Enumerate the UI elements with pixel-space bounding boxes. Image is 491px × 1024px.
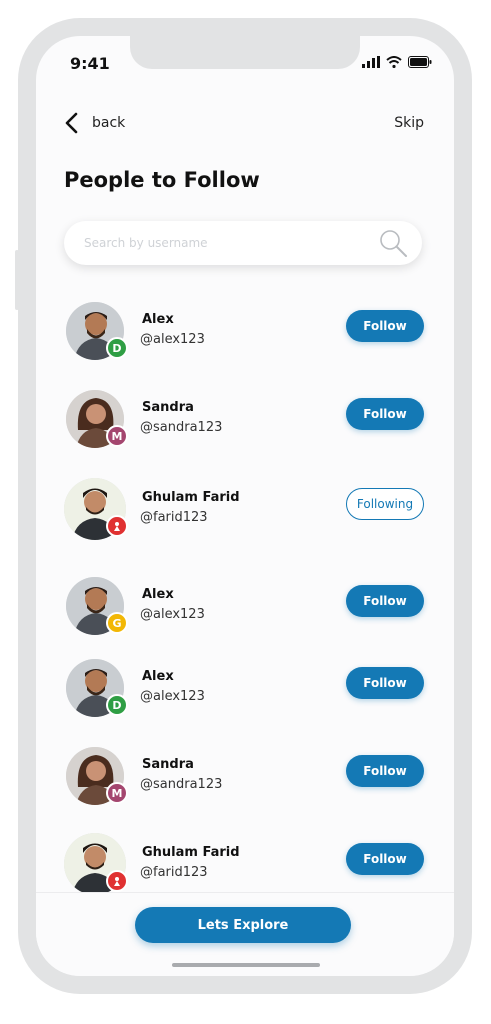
person-icon bbox=[114, 877, 120, 886]
side-button bbox=[15, 250, 19, 310]
user-handle: @sandra123 bbox=[140, 420, 223, 435]
phone-screen: 9:41 back Skip People to Follow Search b… bbox=[36, 36, 454, 976]
back-button[interactable]: back bbox=[64, 112, 125, 134]
user-row: M Sandra @sandra123 Follow bbox=[36, 386, 454, 456]
user-name: Sandra bbox=[142, 400, 194, 415]
user-handle: @farid123 bbox=[140, 510, 208, 525]
user-row: M Sandra @sandra123 Follow bbox=[36, 743, 454, 813]
side-button bbox=[468, 345, 472, 405]
user-handle: @sandra123 bbox=[140, 777, 223, 792]
avatar-badge: D bbox=[106, 694, 128, 716]
user-handle: @farid123 bbox=[140, 865, 208, 880]
user-handle: @alex123 bbox=[140, 607, 205, 622]
user-row: D Alex @alex123 Follow bbox=[36, 655, 454, 725]
page-title: People to Follow bbox=[64, 168, 260, 192]
avatar-badge bbox=[106, 870, 128, 892]
wifi-icon bbox=[386, 56, 402, 68]
user-row: D Alex @alex123 Follow bbox=[36, 298, 454, 368]
status-icons bbox=[362, 56, 432, 68]
follow-button[interactable]: Follow bbox=[346, 585, 424, 617]
user-name: Alex bbox=[142, 669, 174, 684]
avatar-badge: G bbox=[106, 612, 128, 634]
follow-button[interactable]: Follow bbox=[346, 755, 424, 787]
avatar-badge: M bbox=[106, 425, 128, 447]
avatar-badge bbox=[106, 515, 128, 537]
avatar-badge: D bbox=[106, 337, 128, 359]
user-name: Ghulam Farid bbox=[142, 845, 240, 860]
skip-button[interactable]: Skip bbox=[394, 115, 424, 131]
chevron-left-icon bbox=[65, 112, 78, 134]
search-input[interactable] bbox=[84, 236, 378, 250]
user-name: Alex bbox=[142, 587, 174, 602]
follow-button[interactable]: Follow bbox=[346, 310, 424, 342]
user-name: Sandra bbox=[142, 757, 194, 772]
user-row: G Alex @alex123 Follow bbox=[36, 573, 454, 643]
status-time: 9:41 bbox=[70, 54, 110, 73]
follow-button[interactable]: Follow bbox=[346, 843, 424, 875]
user-handle: @alex123 bbox=[140, 332, 205, 347]
user-row: Ghulam Farid @farid123 Following bbox=[36, 476, 454, 546]
back-label: back bbox=[92, 115, 126, 131]
follow-button[interactable]: Follow bbox=[346, 667, 424, 699]
person-icon bbox=[114, 522, 120, 531]
notch bbox=[130, 36, 360, 69]
search-icon[interactable] bbox=[378, 228, 408, 258]
bottom-bar: Lets Explore bbox=[36, 892, 454, 976]
following-button[interactable]: Following bbox=[346, 488, 424, 520]
user-name: Alex bbox=[142, 312, 174, 327]
user-handle: @alex123 bbox=[140, 689, 205, 704]
signal-icon bbox=[362, 56, 380, 68]
battery-icon bbox=[408, 56, 432, 68]
user-row: Ghulam Farid @farid123 Follow bbox=[36, 831, 454, 901]
side-button bbox=[468, 250, 472, 310]
follow-button[interactable]: Follow bbox=[346, 398, 424, 430]
search-bar bbox=[64, 221, 422, 265]
user-name: Ghulam Farid bbox=[142, 490, 240, 505]
lets-explore-button[interactable]: Lets Explore bbox=[135, 907, 351, 943]
home-indicator bbox=[172, 963, 320, 967]
avatar-badge: M bbox=[106, 782, 128, 804]
